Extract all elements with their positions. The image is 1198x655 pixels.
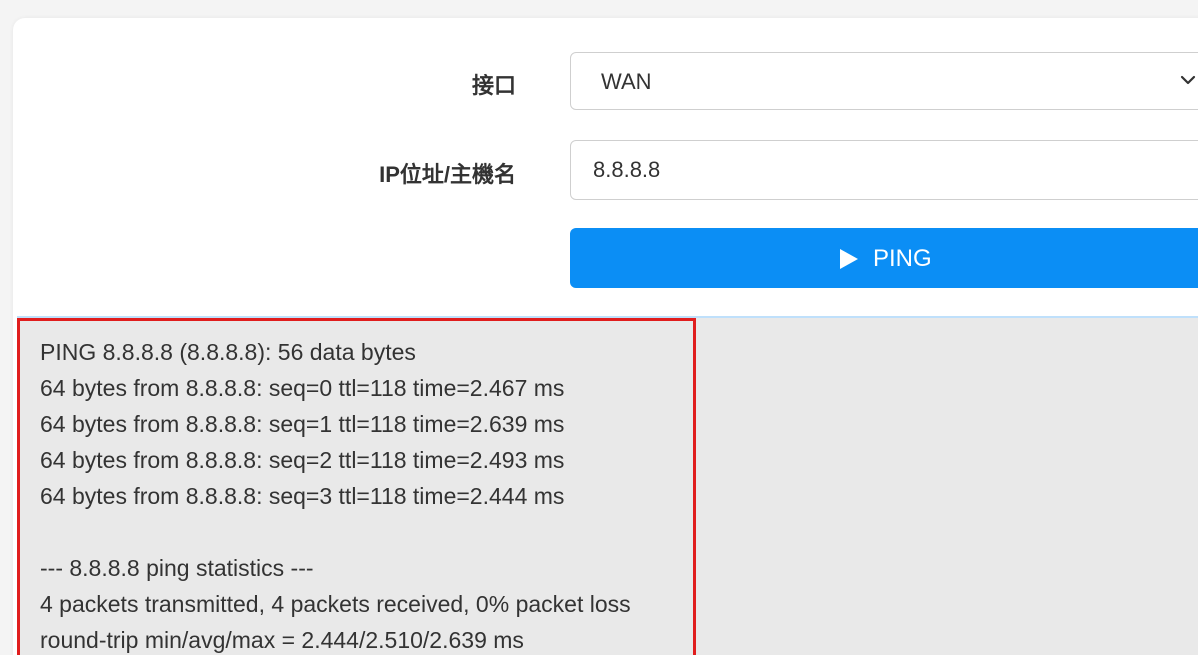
output-line: 64 bytes from 8.8.8.8: seq=2 ttl=118 tim… xyxy=(40,447,565,473)
host-input[interactable] xyxy=(570,140,1198,200)
output-line: PING 8.8.8.8 (8.8.8.8): 56 data bytes xyxy=(40,339,416,365)
ping-output-panel: PING 8.8.8.8 (8.8.8.8): 56 data bytes 64 … xyxy=(17,316,1198,655)
output-line: --- 8.8.8.8 ping statistics --- xyxy=(40,555,314,581)
ping-output-text: PING 8.8.8.8 (8.8.8.8): 56 data bytes 64 … xyxy=(40,334,631,655)
output-line: 64 bytes from 8.8.8.8: seq=0 ttl=118 tim… xyxy=(40,375,565,401)
chevron-down-icon xyxy=(1180,75,1196,85)
interface-select-value: WAN xyxy=(601,69,652,94)
interface-select[interactable]: WAN xyxy=(570,52,1198,110)
output-line: round-trip min/avg/max = 2.444/2.510/2.6… xyxy=(40,627,524,653)
output-line: 64 bytes from 8.8.8.8: seq=3 ttl=118 tim… xyxy=(40,483,565,509)
output-line: 64 bytes from 8.8.8.8: seq=1 ttl=118 tim… xyxy=(40,411,565,437)
host-label: IP位址/主機名 xyxy=(379,162,516,187)
output-line: 4 packets transmitted, 4 packets receive… xyxy=(40,591,631,617)
ping-tool-page: 接口 WAN IP位址/主機名 PING PING 8.8.8.8 (8.8.8… xyxy=(0,0,1198,655)
ping-button-content: PING xyxy=(839,245,932,273)
ping-button-label: PING xyxy=(873,245,932,272)
play-icon xyxy=(840,249,858,269)
ping-button[interactable]: PING xyxy=(570,228,1198,288)
interface-label: 接口 xyxy=(471,73,516,98)
